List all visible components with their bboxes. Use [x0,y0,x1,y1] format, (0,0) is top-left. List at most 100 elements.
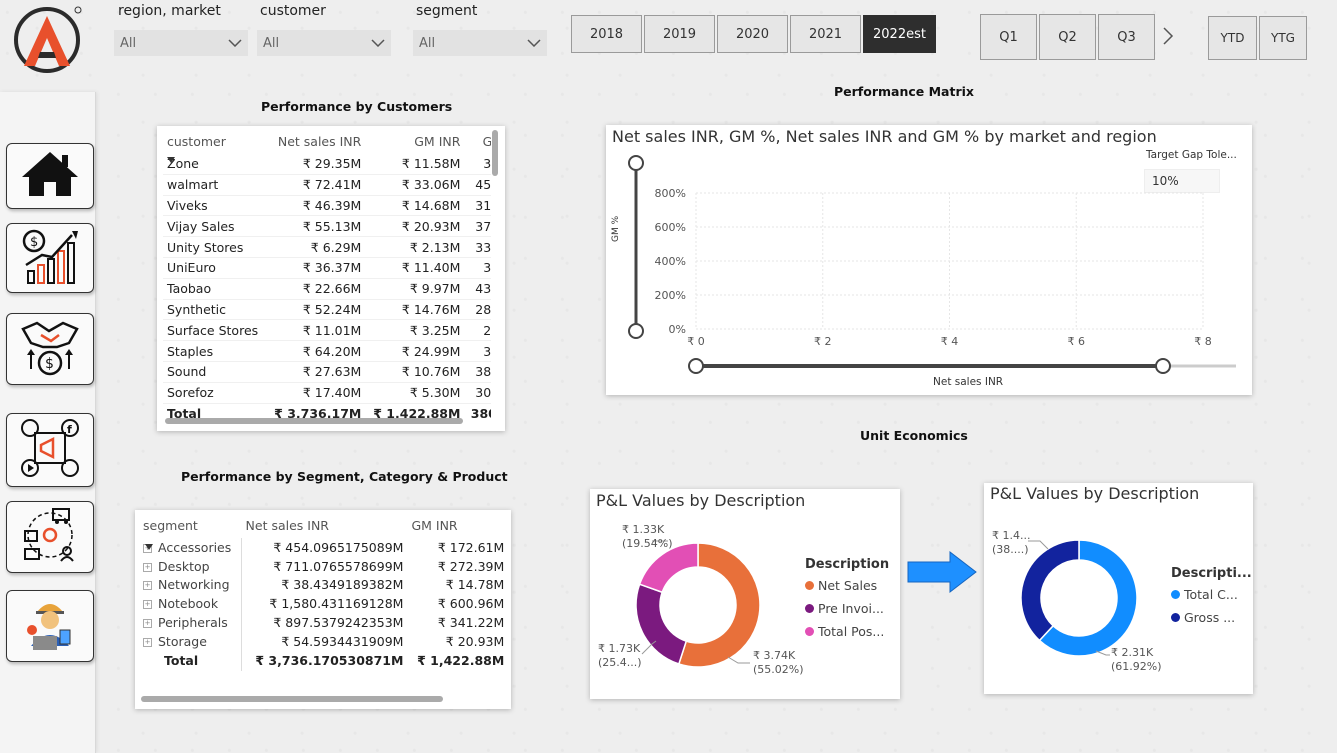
year-2021-button[interactable]: 2021 [790,15,861,53]
ytd-button[interactable]: YTD [1208,16,1257,60]
y-tick-label: 200% [655,289,686,302]
year-2022est-button[interactable]: 2022est [863,15,936,53]
gm-pct-cell: 2949. [464,319,491,342]
region-market-dropdown[interactable]: All [114,30,248,56]
nav-marketing-button[interactable]: f [6,413,94,487]
table-row[interactable]: walmart₹ 72.41M₹ 33.06M4565.9 [163,174,491,196]
net-sales-cell: ₹ 55.13M [266,215,366,238]
customer-cell: Sorefoz [163,382,267,404]
nav-home-button[interactable] [6,143,94,209]
table-row[interactable]: +Desktop₹ 711.0765578699M₹ 272.39M38 [139,556,507,576]
expand-icon[interactable]: + [143,619,152,629]
donut2-label-gross: ₹ 1.4... (38....) [992,529,1030,557]
gm-inr-cell: ₹ 10.76M [365,361,465,383]
customer-cell: Staples [163,340,267,362]
matrix-section-title: Performance Matrix [834,84,974,99]
gm-inr-cell: ₹ 24.99M [365,340,465,362]
donut1-card: P&L Values by Description ₹ 1.33K (19.54… [590,489,900,699]
gm-pct-cell: 3893.0 [464,361,491,383]
donut2-legend: Descripti... Total C... Gross ... [1171,566,1252,625]
expand-icon[interactable]: + [143,562,152,572]
quarter-q3-button[interactable]: Q3 [1098,14,1155,60]
finance-growth-icon: $ [20,227,80,289]
table-row[interactable]: +Networking₹ 38.4349189382M₹ 14.78M38 [139,575,507,595]
segment-cell: Networking [158,577,230,593]
nav-sales-button[interactable]: $ [6,313,94,385]
donut1-label-net-sales-value: ₹ 3.74K [753,649,796,662]
table-row[interactable]: Zone₹ 29.35M₹ 11.58M3943. [163,154,491,175]
segment-dropdown[interactable]: All [413,30,547,56]
table-row[interactable]: Sound₹ 27.63M₹ 10.76M3893.0 [163,361,491,383]
year-2020-button[interactable]: 2020 [717,15,788,53]
table-row[interactable]: Surface Stores₹ 11.01M₹ 3.25M2949. [163,319,491,342]
table-row[interactable]: Staples₹ 64.20M₹ 24.99M3892. [163,340,491,362]
legend-item[interactable]: Pre Invoi... [805,601,889,616]
table-row[interactable]: UniEuro₹ 36.37M₹ 11.40M3133. [163,257,491,279]
svg-text:$: $ [30,235,38,250]
column-header-segment[interactable]: segment [139,512,242,538]
chevron-right-icon[interactable] [1162,26,1174,50]
region-market-label: region, market [118,3,221,19]
donut2-label-gross-value: ₹ 1.4... [992,529,1031,542]
table-row[interactable]: Unity Stores₹ 6.29M₹ 2.13M3390.7 [163,236,491,258]
column-header-customer[interactable]: customer [163,128,266,154]
net-sales-cell: ₹ 27.63M [266,361,366,383]
nav-supply-button[interactable] [6,501,94,573]
x-axis-label: Net sales INR [933,376,1004,388]
handshake-sales-icon: $ [19,317,81,381]
expand-icon[interactable]: + [143,581,152,591]
table-row[interactable]: Viveks₹ 46.39M₹ 14.68M3164.9 [163,195,491,217]
net-sales-cell: ₹ 64.20M [266,340,366,362]
ytg-button[interactable]: YTG [1259,16,1307,60]
legend-item[interactable]: Total C... [1171,587,1252,602]
table-row[interactable]: Synthetic₹ 52.24M₹ 14.76M2824.7 [163,299,491,321]
table-row[interactable]: Taobao₹ 22.66M₹ 9.97M4399.5 [163,278,491,300]
customer-dropdown[interactable]: All [257,30,391,56]
gm-inr-cell: ₹ 14.76M [365,299,465,321]
legend-item[interactable]: Total Pos... [805,624,889,639]
table-row[interactable]: +Accessories₹ 454.0965175089M₹ 172.61M38 [139,538,507,557]
table-row[interactable]: +Notebook₹ 1,580.431169128M₹ 600.96M38 [139,594,507,614]
legend-item[interactable]: Gross ... [1171,610,1252,625]
y-range-slider-handle-top[interactable] [628,155,644,171]
legend-item[interactable]: Net Sales [805,578,889,593]
column-header-gm-inr[interactable]: GM INR [365,128,464,154]
quarter-q1-button[interactable]: Q1 [980,14,1037,60]
donut1-label-pre-invoice-value: ₹ 1.73K [598,642,641,655]
column-header-net-sales[interactable]: Net sales INR [242,512,408,538]
quarter-q2-button[interactable]: Q2 [1039,14,1096,60]
expand-icon[interactable]: + [143,637,152,647]
expand-icon[interactable]: + [143,600,152,610]
column-header-gm-inr[interactable]: GM INR [407,512,507,538]
table-row[interactable]: Vijay Sales₹ 55.13M₹ 20.93M3795.7 [163,215,491,238]
donut2-label-cogs-pct: (61.92%) [1111,660,1162,673]
year-2019-button[interactable]: 2019 [644,15,715,53]
table-row[interactable]: +Peripherals₹ 897.5379242353M₹ 341.22M38 [139,613,507,632]
supply-chain-icon [19,505,81,569]
year-2018-button[interactable]: 2018 [571,15,642,53]
table-row[interactable]: Sorefoz₹ 17.40M₹ 5.30M3047.0 [163,382,491,404]
gm-pct-cell: 3390.7 [464,236,491,258]
gm-pct-cell: 2824.7 [464,299,491,321]
segments-section-title: Performance by Segment, Category & Produ… [181,469,508,484]
customer-filter-label: customer [260,3,326,19]
horizontal-scrollbar[interactable] [165,418,463,424]
x-range-slider-handle-right[interactable] [1155,358,1171,374]
leader-line [1028,540,1049,550]
column-header-gm-pct[interactable]: GM % [464,128,491,154]
nav-executive-button[interactable] [6,590,94,662]
table-total-row: Total₹ 3,736.170530871M₹ 1,422.88M38 [139,650,507,671]
net-sales-cell: ₹ 454.0965175089M [241,538,408,557]
column-header-net-sales[interactable]: Net sales INR [266,128,365,154]
table-row[interactable]: +Storage₹ 54.5934431909M₹ 20.93M38 [139,631,507,651]
y-range-slider-handle-bottom[interactable] [628,323,644,339]
donut1-legend: Description Net Sales Pre Invoi... Total P… [805,557,889,639]
donut1-legend-title: Description [805,557,890,572]
vertical-scrollbar[interactable] [492,130,498,176]
nav-finance-button[interactable]: $ [6,223,94,293]
performance-matrix-chart[interactable]: 0% 200% 400% 600% 800% ₹ 0 ₹ 2 ₹ 4 ₹ 6 ₹ 8 [606,125,1252,395]
segments-table: segment Net sales INR GM INR GM +Accesso… [139,512,507,671]
social-marketing-icon: f [19,417,81,483]
horizontal-scrollbar[interactable] [141,696,443,702]
x-range-slider-handle-left[interactable] [688,358,704,374]
